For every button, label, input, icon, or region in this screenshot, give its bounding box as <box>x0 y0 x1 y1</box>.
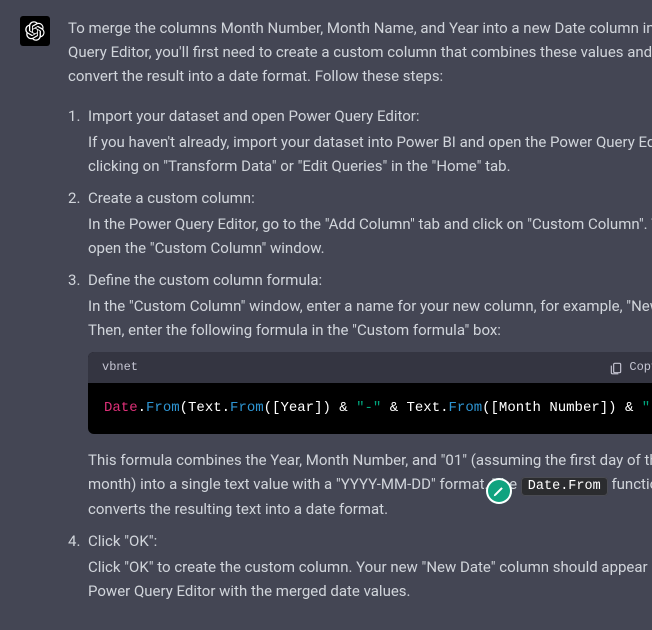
code-header: vbnet Copy code <box>88 352 652 383</box>
step-after: This formula combines the Year, Month Nu… <box>88 448 652 522</box>
step-body: In the "Custom Column" window, enter a n… <box>88 294 652 342</box>
cursor-badge[interactable] <box>486 478 512 504</box>
inline-code: Date.From <box>521 477 608 496</box>
step-body: In the Power Query Editor, go to the "Ad… <box>88 212 652 260</box>
step-title: Define the custom column formula: <box>88 271 322 289</box>
step-title: Import your dataset and open Power Query… <box>88 107 420 125</box>
step-4: Click "OK": Click "OK" to create the cus… <box>88 529 652 603</box>
message-content: To merge the columns Month Number, Month… <box>68 16 652 611</box>
step-1: Import your dataset and open Power Query… <box>88 104 652 178</box>
assistant-message: To merge the columns Month Number, Month… <box>0 0 652 630</box>
step-body: If you haven't already, import your data… <box>88 130 652 178</box>
code-body[interactable]: Date.From(Text.From([Year]) & "-" & Text… <box>88 383 652 433</box>
clipboard-icon <box>609 361 623 375</box>
step-title: Create a custom column: <box>88 189 255 207</box>
openai-logo-icon <box>25 21 45 41</box>
code-block: vbnet Copy code Date.From(Text.From([Yea… <box>88 352 652 434</box>
pen-icon <box>492 484 506 498</box>
assistant-avatar <box>20 16 50 46</box>
steps-list: Import your dataset and open Power Query… <box>68 104 652 603</box>
copy-code-button[interactable]: Copy code <box>609 358 652 377</box>
step-3: Define the custom column formula: In the… <box>88 268 652 521</box>
copy-code-label: Copy code <box>629 358 652 377</box>
code-lang-label: vbnet <box>102 358 138 377</box>
step-2: Create a custom column: In the Power Que… <box>88 186 652 260</box>
intro-paragraph: To merge the columns Month Number, Month… <box>68 16 652 88</box>
step-title: Click "OK": <box>88 532 157 550</box>
step-body: Click "OK" to create the custom column. … <box>88 555 652 603</box>
